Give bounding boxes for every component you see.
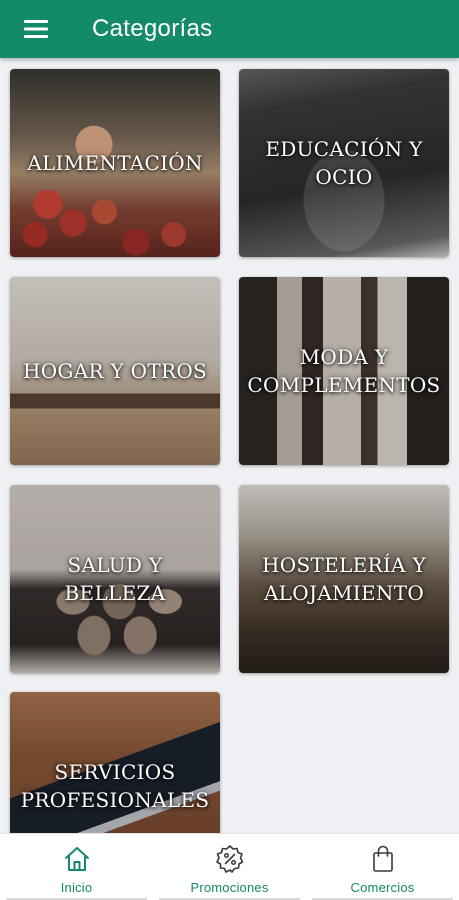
percent-badge-icon bbox=[215, 845, 243, 873]
page-title: Categorías bbox=[92, 15, 213, 42]
category-label: ALIMENTACIÓN bbox=[27, 151, 203, 175]
category-label: EDUCACIÓN Y OCIO bbox=[265, 137, 423, 189]
category-label: MODA Y COMPLEMENTOS bbox=[247, 345, 441, 397]
nav-label-promociones: Promociones bbox=[190, 880, 269, 895]
category-card-moda-complementos[interactable]: MODA Y COMPLEMENTOS bbox=[239, 277, 449, 465]
nav-label-inicio: Inicio bbox=[60, 880, 93, 895]
category-grid: ALIMENTACIÓN EDUCACIÓN Y OCIO HOGAR Y OT… bbox=[0, 0, 459, 833]
menu-button[interactable] bbox=[0, 0, 72, 58]
home-icon bbox=[64, 847, 89, 871]
category-card-hosteleria-alojamiento[interactable]: HOSTELERÍA Y ALOJAMIENTO bbox=[239, 485, 449, 673]
category-card-servicios-profesionales[interactable]: SERVICIOS PROFESIONALES bbox=[10, 692, 220, 833]
category-label: SALUD Y BELLEZA bbox=[64, 553, 166, 605]
category-label: HOSTELERÍA Y ALOJAMIENTO bbox=[262, 553, 426, 605]
shopping-bag-icon bbox=[372, 845, 393, 872]
nav-item-comercios[interactable]: Comercios bbox=[306, 834, 459, 900]
app-bar: Categorías bbox=[0, 0, 459, 58]
bottom-navigation: Inicio Promociones Comercios bbox=[0, 833, 459, 900]
category-label: SERVICIOS PROFESIONALES bbox=[20, 760, 210, 812]
nav-label-comercios: Comercios bbox=[350, 880, 415, 895]
category-label: HOGAR Y OTROS bbox=[22, 359, 208, 383]
category-card-salud-belleza[interactable]: SALUD Y BELLEZA bbox=[10, 485, 220, 673]
category-card-educacion-ocio[interactable]: EDUCACIÓN Y OCIO bbox=[239, 69, 449, 257]
category-card-hogar-otros[interactable]: HOGAR Y OTROS bbox=[10, 277, 220, 465]
category-card-alimentacion[interactable]: ALIMENTACIÓN bbox=[10, 69, 220, 257]
nav-item-inicio[interactable]: Inicio bbox=[0, 834, 153, 900]
nav-item-promociones[interactable]: Promociones bbox=[153, 834, 306, 900]
hamburger-menu-icon bbox=[24, 20, 48, 38]
